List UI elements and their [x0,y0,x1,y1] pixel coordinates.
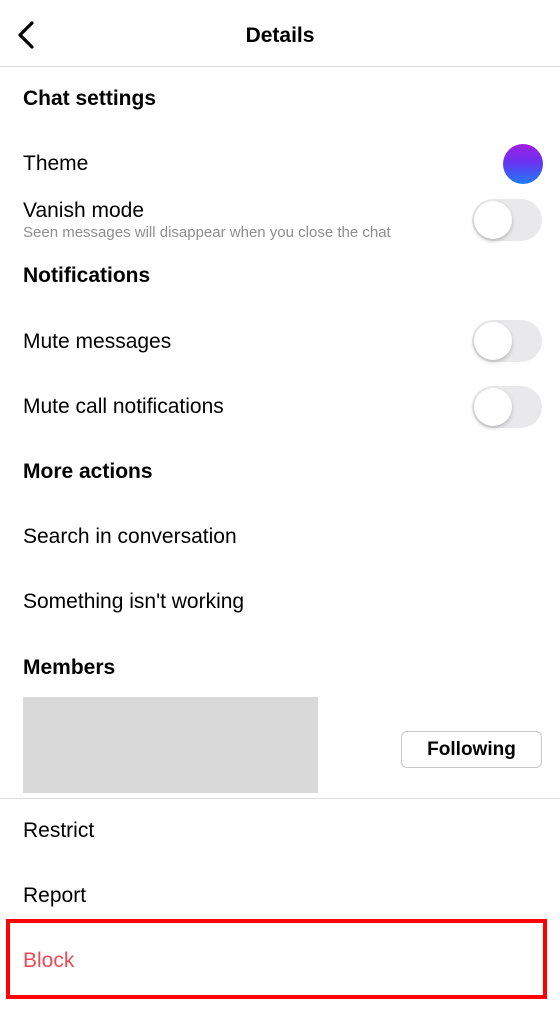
mute-messages-label: Mute messages [23,330,172,353]
notifications-heading: Notifications [23,264,151,287]
mute-calls-toggle[interactable] [472,386,542,428]
report-label: Report [23,884,87,907]
vanish-mode-description: Seen messages will disappear when you cl… [23,224,391,241]
restrict-row[interactable]: Restrict [0,807,560,853]
page-title: Details [245,24,315,47]
divider [0,798,560,799]
vanish-mode-toggle[interactable] [472,199,542,241]
following-button[interactable]: Following [401,731,542,768]
restrict-label: Restrict [23,819,95,842]
vanish-mode-label: Vanish mode [23,199,145,222]
something-isnt-working-row[interactable]: Something isn't working [0,578,560,624]
chat-settings-heading: Chat settings [23,87,157,110]
search-in-conversation-label: Search in conversation [23,525,237,548]
more-actions-heading: More actions [23,460,153,483]
member-info-placeholder[interactable] [23,697,318,793]
theme-color-swatch[interactable] [503,144,543,184]
something-isnt-working-label: Something isn't working [23,590,245,613]
toggle-knob [474,388,512,426]
toggle-knob [474,201,512,239]
theme-row[interactable]: Theme [0,140,560,188]
toggle-knob [474,322,512,360]
theme-label: Theme [23,152,89,175]
mute-calls-label: Mute call notifications [23,395,224,418]
header: Details [0,0,560,67]
report-row[interactable]: Report [0,872,560,918]
members-heading: Members [23,656,116,679]
mute-messages-toggle[interactable] [472,320,542,362]
search-in-conversation-row[interactable]: Search in conversation [0,513,560,559]
block-highlight-box [6,919,547,999]
